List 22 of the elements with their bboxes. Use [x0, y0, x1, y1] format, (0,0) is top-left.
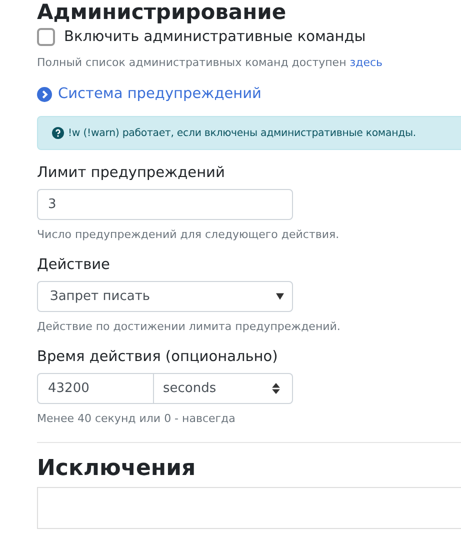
input-field[interactable]: 43200 — [37, 373, 154, 404]
link[interactable]: здесь — [350, 56, 383, 69]
section-heading: Администрирование — [37, 0, 288, 24]
section-link[interactable]: Система предупреждений — [58, 86, 262, 102]
help-text: Действие по достижении лимита предупреждений. — [37, 319, 342, 334]
chevron-circle-icon — [37, 86, 52, 102]
section-heading: Исключения — [37, 457, 197, 481]
select-field[interactable]: Запрет писать — [37, 281, 293, 312]
help-text: Число предупреждений для следующего действия. — [37, 227, 340, 242]
help-text: Полный список административных команд доступен здесь — [37, 55, 384, 70]
sort-icon — [272, 383, 280, 394]
field-label: Действие — [37, 256, 111, 274]
field-label: Время действия (опционально) — [37, 348, 279, 366]
checkbox[interactable] — [37, 28, 55, 46]
field-label: Лимит предупреждений — [37, 164, 226, 182]
select-field[interactable]: seconds — [154, 373, 293, 404]
input-field[interactable]: 3 — [37, 189, 293, 220]
alert-text: !w (!warn) работает, если включены административные команды. — [68, 128, 416, 138]
checkbox-label: Включить административные команды — [64, 29, 366, 45]
question-icon — [52, 127, 64, 139]
caret-icon — [276, 293, 284, 300]
help-text: Менее 40 секунд или 0 - навсегда — [37, 411, 236, 426]
